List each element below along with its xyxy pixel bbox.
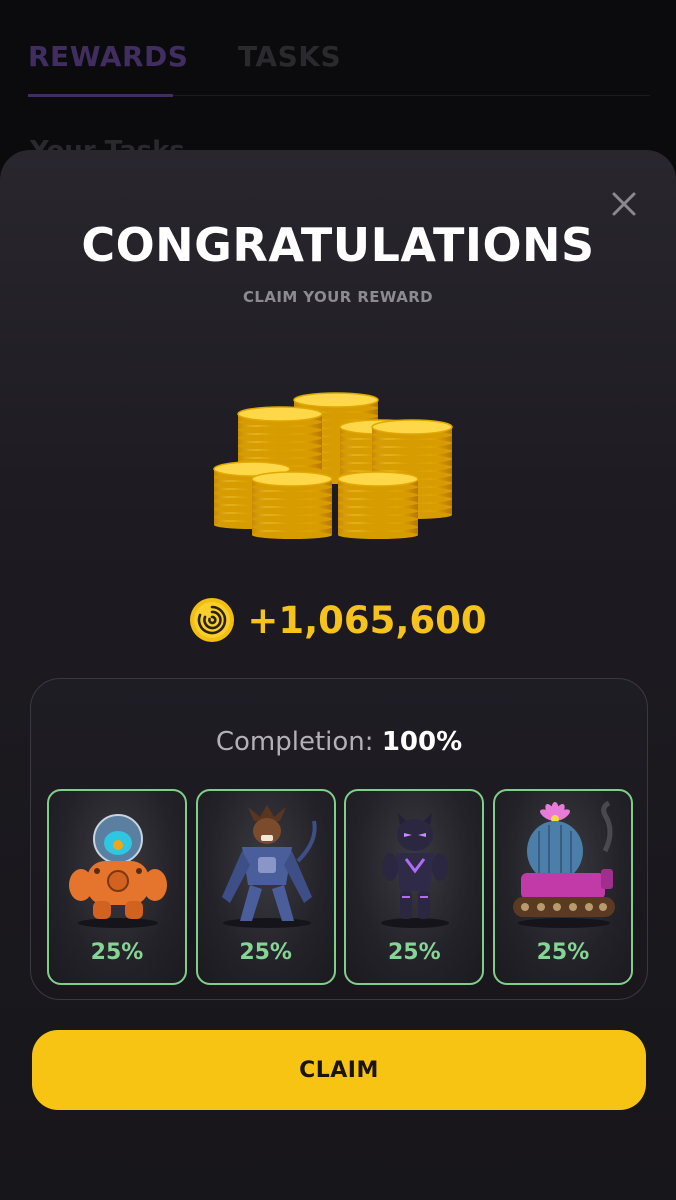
card-percent: 25%	[536, 940, 590, 965]
modal-subtitle: CLAIM YOUR REWARD	[242, 288, 433, 306]
coin-top	[293, 392, 379, 408]
modal-title: CONGRATULATIONS	[81, 218, 595, 272]
coin-edge	[238, 442, 322, 450]
completion-panel: Completion: 100% 25% 25% 25% 25%	[30, 678, 648, 1000]
tab-active-indicator	[28, 94, 173, 97]
coin-edge	[338, 507, 418, 515]
coin-edge	[338, 491, 418, 499]
card-percent: 25%	[387, 940, 441, 965]
token-coin-icon	[189, 597, 235, 643]
character-card[interactable]: 25%	[492, 789, 633, 985]
reward-amount: +1,065,600	[247, 598, 487, 642]
coin-edge	[372, 463, 452, 471]
tab-rewards[interactable]: REWARDS	[28, 40, 188, 73]
card-percent: 25%	[90, 940, 144, 965]
tab-bar: REWARDS TASKS	[28, 36, 650, 97]
reward-amount-row: +1,065,600	[0, 596, 676, 644]
coin-edge	[338, 531, 418, 539]
close-icon[interactable]	[610, 190, 638, 218]
character-card[interactable]: 25%	[47, 789, 187, 985]
coin-stack-icon	[208, 350, 470, 540]
coin-edge	[238, 426, 322, 434]
completion-text: Completion: 100%	[31, 727, 647, 757]
coin-edge	[372, 447, 452, 455]
coin-edge	[252, 531, 332, 539]
claim-button[interactable]: CLAIM	[32, 1030, 646, 1110]
coin-top	[371, 419, 453, 435]
panther-icon	[381, 813, 450, 928]
completion-label: Completion:	[215, 727, 374, 757]
coin-edge	[252, 499, 332, 507]
character-cards: 25% 25% 25% 25%	[47, 789, 633, 985]
werewolf-icon	[221, 805, 317, 928]
coin-top	[337, 471, 419, 487]
reward-modal: CONGRATULATIONS CLAIM YOUR REWARD +1,065…	[0, 150, 676, 1200]
orange-robot-icon	[69, 814, 167, 928]
claim-button-label: CLAIM	[299, 1057, 379, 1083]
coin-edge	[338, 499, 418, 507]
coin-edge	[252, 491, 332, 499]
coin-edge	[338, 523, 418, 531]
coin-top	[251, 471, 333, 487]
tab-tasks[interactable]: TASKS	[238, 40, 341, 73]
coin-edge	[372, 455, 452, 463]
coin-edge	[338, 515, 418, 523]
coin-edge	[372, 439, 452, 447]
character-card[interactable]: 25%	[195, 789, 336, 985]
card-percent: 25%	[239, 940, 292, 965]
coin-edge	[252, 523, 332, 531]
coin-top	[237, 406, 323, 422]
completion-value: 100%	[381, 727, 463, 757]
character-card[interactable]: 25%	[344, 789, 485, 985]
coin-edge	[238, 434, 322, 442]
coin-edge	[252, 515, 332, 523]
cactus-tank-icon	[512, 801, 615, 928]
coin-edge	[252, 507, 332, 515]
coin-edge	[238, 450, 322, 458]
